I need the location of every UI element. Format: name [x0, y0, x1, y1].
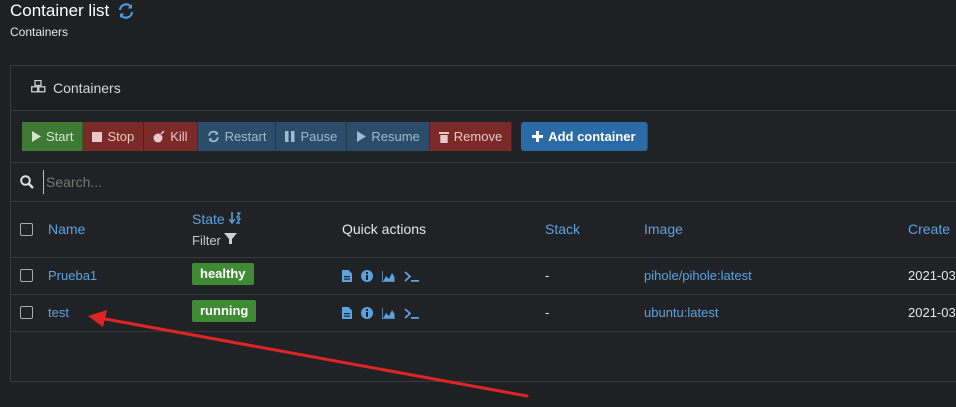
page-title-row: Container list	[10, 1, 135, 21]
created-value: 2021-03	[908, 268, 956, 283]
start-label: Start	[46, 129, 74, 144]
sort-icon	[228, 211, 241, 227]
stack-value: -	[545, 268, 550, 283]
stats-icon[interactable]	[381, 306, 395, 324]
stop-icon	[92, 131, 103, 142]
pause-icon	[285, 131, 295, 142]
container-name-link[interactable]: test	[48, 305, 69, 320]
state-filter-label: Filter	[192, 232, 221, 248]
bomb-icon	[153, 130, 165, 143]
remove-button[interactable]: Remove	[429, 122, 513, 151]
select-all-checkbox[interactable]	[20, 223, 33, 236]
page-header: Container list Containers	[0, 0, 956, 50]
start-button[interactable]: Start	[22, 122, 84, 151]
stack-value: -	[545, 305, 550, 320]
play-icon	[31, 131, 41, 142]
breadcrumb: Containers	[10, 25, 69, 39]
panel-title: Containers	[53, 80, 121, 96]
restart-button[interactable]: Restart	[197, 122, 277, 151]
column-created[interactable]: Create	[908, 221, 950, 237]
resume-button[interactable]: Resume	[347, 122, 430, 151]
column-state-label: State	[192, 211, 225, 227]
plus-icon	[532, 131, 544, 142]
trash-icon	[438, 131, 449, 143]
quick-actions	[342, 306, 420, 324]
console-icon[interactable]	[404, 306, 420, 324]
container-name-link[interactable]: Prueba1	[48, 268, 97, 283]
status-badge: healthy	[192, 263, 254, 285]
stop-label: Stop	[107, 129, 135, 144]
stats-icon[interactable]	[381, 269, 395, 287]
logs-icon[interactable]	[342, 269, 352, 287]
add-container-label: Add container	[548, 129, 636, 144]
console-icon[interactable]	[404, 269, 420, 287]
image-link[interactable]: pihole/pihole:latest	[644, 268, 752, 283]
pause-label: Pause	[300, 129, 338, 144]
action-toolbar: Start Stop Kill Restart Pause Resume Rem…	[22, 122, 648, 152]
column-quick-actions: Quick actions	[342, 221, 427, 237]
column-image[interactable]: Image	[644, 221, 683, 237]
quick-actions	[342, 269, 420, 287]
column-stack[interactable]: Stack	[545, 221, 580, 237]
search-input[interactable]	[43, 170, 548, 194]
remove-label: Remove	[453, 129, 503, 144]
search-bar	[11, 162, 956, 202]
table-header: Name State Filter Quick actions Stack Im…	[11, 201, 956, 258]
logs-icon[interactable]	[342, 306, 352, 324]
add-container-button[interactable]: Add container	[521, 122, 648, 151]
pause-button[interactable]: Pause	[276, 122, 348, 151]
panel-header: Containers	[11, 66, 956, 111]
containers-panel: Containers Start Stop Kill Restart Pause…	[10, 65, 956, 382]
table-row: test running - ubuntu:latest 2021-03	[11, 295, 956, 332]
state-filter[interactable]: Filter	[192, 232, 237, 248]
resume-label: Resume	[371, 129, 420, 144]
created-value: 2021-03	[908, 305, 956, 320]
refresh-icon[interactable]	[117, 2, 135, 20]
cubes-icon	[31, 79, 46, 96]
row-checkbox[interactable]	[20, 269, 33, 282]
restart-label: Restart	[224, 129, 267, 144]
filter-icon	[223, 232, 237, 248]
row-checkbox[interactable]	[20, 306, 33, 319]
status-badge: running	[192, 300, 257, 322]
info-icon[interactable]	[361, 306, 373, 324]
column-state[interactable]: State	[192, 211, 241, 227]
column-name[interactable]: Name	[48, 221, 85, 237]
kill-button[interactable]: Kill	[144, 122, 198, 151]
play-icon	[356, 131, 367, 142]
stop-button[interactable]: Stop	[83, 122, 145, 151]
table-row: Prueba1 healthy - pihole/pihole:latest 2…	[11, 258, 956, 295]
search-icon	[20, 175, 34, 194]
page-title: Container list	[10, 1, 110, 20]
kill-label: Kill	[170, 129, 188, 144]
info-icon[interactable]	[361, 269, 373, 287]
image-link[interactable]: ubuntu:latest	[644, 305, 718, 320]
restart-icon	[207, 130, 220, 143]
